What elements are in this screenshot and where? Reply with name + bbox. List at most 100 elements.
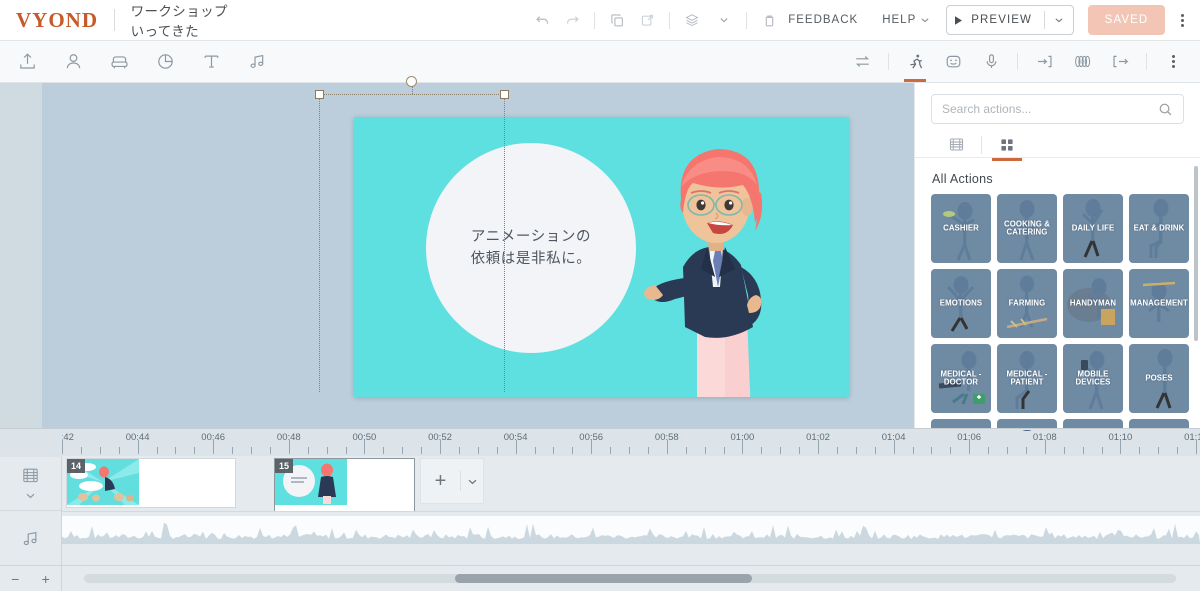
action-label: MEDICAL - PATIENT (1006, 368, 1048, 387)
header-more-button[interactable] (1175, 12, 1190, 29)
feedback-button[interactable]: FEEDBACK (784, 14, 862, 26)
ruler-tick-minor (629, 447, 630, 454)
delete-button[interactable] (754, 5, 784, 35)
ruler-tick-major (1120, 440, 1122, 454)
search-box[interactable] (931, 94, 1184, 124)
enter-effect-icon-button[interactable] (1025, 42, 1063, 82)
tab-grid[interactable] (990, 130, 1024, 161)
action-tile[interactable]: MEDICAL - PATIENT (997, 344, 1057, 413)
document-title[interactable]: ワークショップいってきた (131, 0, 230, 40)
scenes-track-button[interactable] (0, 456, 61, 511)
selection-edge-top (319, 94, 505, 95)
vyond-logo[interactable]: VYOND (16, 8, 98, 33)
stage-area[interactable]: アニメーションの 依頼は是非私に。 (0, 76, 914, 428)
action-tile[interactable]: COOKING & CATERING (997, 194, 1057, 263)
action-tile[interactable]: DAILY LIFE (1063, 194, 1123, 263)
ruler-tick-minor (534, 447, 536, 454)
action-tile[interactable]: MEDICAL - DOCTOR (931, 344, 991, 413)
section-title: All Actions (932, 172, 993, 186)
preview-label-wrap: PREVIEW (947, 14, 1044, 26)
action-tile[interactable]: MANAGEMENT (1129, 269, 1189, 338)
character-icon-button[interactable] (54, 42, 92, 82)
actions-list[interactable]: All Actions CASHIER COOKING & CATERING D… (915, 158, 1200, 431)
vyond-editor: VYOND ワークショップいってきた FEEDBACK HELP PREVIEW… (0, 0, 1200, 591)
action-tile[interactable]: CASHIER (931, 194, 991, 263)
preview-button[interactable]: PREVIEW (946, 5, 1074, 35)
lipsync-icon-button[interactable] (972, 42, 1010, 82)
audio-track[interactable] (62, 511, 1200, 565)
timeline-scrollbar-thumb[interactable] (455, 574, 753, 583)
preview-dropdown-button[interactable] (1045, 15, 1073, 25)
timeline-scene[interactable]: 14 (66, 458, 236, 508)
props-icon-button[interactable] (100, 42, 138, 82)
scenes-track[interactable]: 14 15 + (62, 456, 1200, 511)
action-tile[interactable]: POSES (1129, 344, 1189, 413)
swap-icon-button[interactable] (843, 42, 881, 82)
charts-icon-button[interactable] (146, 42, 184, 82)
ruler-tick-minor (496, 447, 498, 454)
timeline-scrollbar-track[interactable] (84, 574, 1176, 583)
action-tile-partial[interactable] (1129, 419, 1189, 431)
action-tile[interactable]: MOBILE DEVICES (1063, 344, 1123, 413)
chevron-down-icon (1055, 18, 1063, 23)
search-input[interactable] (942, 102, 1158, 116)
app-header: VYOND ワークショップいってきた FEEDBACK HELP PREVIEW… (0, 0, 1200, 41)
motion-path-icon-button[interactable] (1063, 42, 1101, 82)
panel-tabs (915, 124, 1200, 161)
action-label: COOKING & CATERING (1004, 218, 1050, 237)
add-scene-button[interactable]: + (420, 458, 484, 504)
stage-workspace[interactable]: アニメーションの 依頼は是非私に。 (42, 76, 914, 428)
actions-grid: CASHIER COOKING & CATERING DAILY LIFE EA… (915, 194, 1200, 431)
action-tile[interactable]: EAT & DRINK (1129, 194, 1189, 263)
grid-icon (1001, 138, 1013, 151)
audio-track-button[interactable] (0, 511, 61, 566)
tab-filmstrip[interactable] (939, 130, 973, 160)
ruler-left-pad (0, 429, 62, 457)
zoom-out-button[interactable]: − (11, 571, 19, 587)
add-scene-dropdown[interactable] (461, 476, 483, 487)
preview-label: PREVIEW (971, 14, 1032, 26)
panel-scrollbar[interactable] (1194, 166, 1198, 341)
ruler-tick-minor (950, 447, 952, 454)
audio-clip[interactable] (62, 516, 1200, 544)
copy-button[interactable] (602, 5, 632, 35)
character-illustration[interactable] (619, 127, 799, 397)
tab-divider (981, 135, 982, 154)
audio-icon-button[interactable] (238, 42, 276, 82)
action-tile-partial[interactable] (997, 419, 1057, 431)
ruler-tick-minor (799, 447, 801, 454)
ruler-tick-minor (988, 447, 990, 454)
text-icon-button[interactable] (192, 42, 230, 82)
resize-handle-top-right[interactable] (500, 90, 509, 99)
exit-effect-icon-button[interactable] (1101, 42, 1139, 82)
action-tile[interactable]: FARMING (997, 269, 1057, 338)
search-icon[interactable] (1158, 102, 1173, 117)
expression-icon-button[interactable] (934, 42, 972, 82)
char-tool-divider-2 (1017, 53, 1018, 70)
action-tile[interactable]: HANDYMAN (1063, 269, 1123, 338)
action-icon-button[interactable] (896, 42, 934, 82)
speech-bubble-circle[interactable]: アニメーションの 依頼は是非私に。 (426, 143, 636, 353)
zoom-in-button[interactable]: + (42, 571, 50, 587)
resize-handle-top-left[interactable] (315, 90, 324, 99)
action-label: POSES (1145, 373, 1173, 383)
undo-button[interactable] (527, 5, 557, 35)
paste-button[interactable] (632, 5, 662, 35)
character-more-button[interactable] (1154, 42, 1192, 82)
redo-button[interactable] (557, 5, 587, 35)
ruler-tick-minor (572, 447, 574, 454)
timeline-scene-selected[interactable]: 15 (274, 458, 415, 511)
layers-button[interactable] (677, 5, 707, 35)
scene-canvas[interactable]: アニメーションの 依頼は是非私に。 (354, 117, 849, 397)
bubble-text-line-2: 依頼は是非私に。 (470, 251, 592, 267)
saved-button[interactable]: SAVED (1088, 5, 1165, 35)
chevron-down-icon[interactable] (25, 490, 36, 501)
action-label: HANDYMAN (1069, 298, 1117, 308)
layers-chevron-button[interactable] (709, 5, 739, 35)
kebab-menu-icon (1171, 53, 1175, 70)
filmstrip-icon (23, 468, 38, 483)
upload-icon-button[interactable] (8, 42, 46, 82)
help-menu[interactable]: HELP (878, 14, 930, 26)
action-tile[interactable]: EMOTIONS (931, 269, 991, 338)
timeline-ruler[interactable]: 00:42 00:44 00:46 00:48 00:50 00:52 00:54 00:56… (0, 428, 1200, 457)
